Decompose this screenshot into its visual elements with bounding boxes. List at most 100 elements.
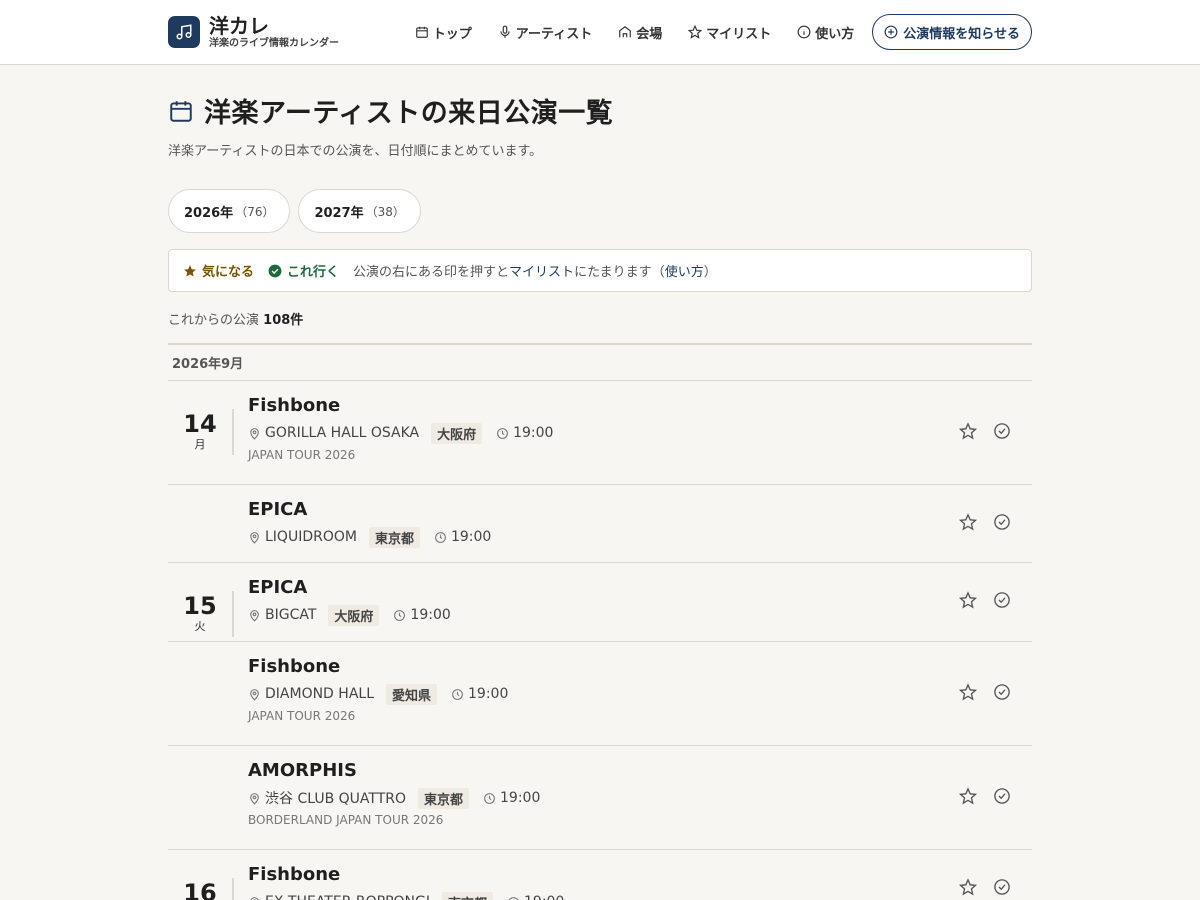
event-tour: BORDERLAND JAPAN TOUR 2026 <box>248 813 444 827</box>
star-outline-icon <box>958 512 978 535</box>
legend-note-text: にたまります（ <box>574 265 665 280</box>
site-header: 洋カレ 洋楽のライブ情報カレンダー トップ アーティスト 会場 マイリスト 使い… <box>0 0 1200 65</box>
going-check-button[interactable] <box>992 513 1012 534</box>
event-row: 15 火 EPICA BIGCAT 大阪府 19:00 <box>168 563 1032 642</box>
interested-star-button[interactable] <box>958 878 978 900</box>
event-prefecture: 東京都 <box>441 891 493 900</box>
event-row: 14 月 Fishbone GORILLA HALL OSAKA 大阪府 19:00 JAP… <box>168 381 1032 485</box>
clock-icon <box>508 896 519 900</box>
going-check-button[interactable] <box>992 683 1012 705</box>
event-time: 19:00 <box>500 790 541 806</box>
mylist-link[interactable]: マイリスト <box>509 265 574 280</box>
submit-info-label: 公演情報を知らせる <box>903 26 1020 42</box>
event-venue[interactable]: EX THEATER ROPPONGI <box>265 894 430 900</box>
going-check-button[interactable] <box>992 592 1012 612</box>
interested-star-button[interactable] <box>958 421 978 444</box>
year-tab-2027[interactable]: 2027年 （38） <box>298 189 421 233</box>
event-venue[interactable]: BIGCAT <box>265 607 316 623</box>
calendar-icon <box>415 26 428 38</box>
legend-going-label: これ行く <box>287 265 340 280</box>
check-circle-icon <box>993 591 1011 613</box>
check-circle-icon <box>993 878 1011 900</box>
event-venue[interactable]: GORILLA HALL OSAKA <box>265 425 419 441</box>
event-time: 19:00 <box>468 686 509 702</box>
clock-icon <box>435 531 446 543</box>
legend-interested: 気になる <box>183 261 254 280</box>
page-title: 洋楽アーティストの来日公演一覧 <box>204 98 614 129</box>
event-time: 19:00 <box>524 894 564 900</box>
star-outline-icon <box>958 878 978 900</box>
submit-info-button[interactable]: 公演情報を知らせる <box>872 14 1032 50</box>
event-date: 14 月 <box>168 409 234 455</box>
legend-going: これ行く <box>268 261 339 280</box>
event-row: 16 Fishbone EX THEATER ROPPONGI 東京都 19:00 <box>168 850 1032 900</box>
interested-star-button[interactable] <box>958 512 978 535</box>
check-circle-icon <box>993 683 1011 705</box>
year-tab-count: （38） <box>365 204 405 219</box>
upcoming-count: これからの公演 108件 <box>168 309 1032 328</box>
interested-star-button[interactable] <box>958 786 978 808</box>
event-artist[interactable]: EPICA <box>248 577 958 599</box>
plus-circle-icon <box>884 25 898 39</box>
event-tour: JAPAN TOUR 2026 <box>248 448 356 462</box>
year-tab-label: 2027年 <box>314 205 364 221</box>
interested-star-button[interactable] <box>958 591 978 613</box>
year-tab-2026[interactable]: 2026年 （76） <box>168 189 291 233</box>
brand[interactable]: 洋カレ 洋楽のライブ情報カレンダー <box>168 14 339 50</box>
nav-item-mylist[interactable]: マイリスト <box>688 23 771 42</box>
main-nav: トップ アーティスト 会場 マイリスト 使い方 公演情報を知らせる <box>389 14 1032 50</box>
nav-item-artists[interactable]: アーティスト <box>498 23 592 42</box>
event-row: Fishbone DIAMOND HALL 愛知県 19:00 JAPAN TOUR 2… <box>168 642 1032 746</box>
star-outline-icon <box>958 421 978 444</box>
nav-label: アーティスト <box>515 26 593 42</box>
nav-item-howto[interactable]: 使い方 <box>797 23 854 42</box>
howto-link[interactable]: 使い方 <box>665 265 704 280</box>
location-pin-icon <box>250 688 259 701</box>
star-outline-icon <box>958 682 978 705</box>
clock-icon <box>452 688 463 700</box>
event-time: 19:00 <box>410 607 451 623</box>
legend-interested-label: 気になる <box>202 265 255 280</box>
check-circle-icon <box>993 422 1011 444</box>
going-check-button[interactable] <box>992 422 1012 444</box>
event-venue[interactable]: DIAMOND HALL <box>265 686 374 702</box>
location-pin-icon <box>250 792 259 805</box>
going-check-button[interactable] <box>992 879 1012 899</box>
event-prefecture: 愛知県 <box>386 683 438 705</box>
event-prefecture: 東京都 <box>418 787 470 809</box>
event-venue[interactable]: 渋谷 CLUB QUATTRO <box>265 788 406 808</box>
music-note-icon <box>168 16 200 48</box>
calendar-icon <box>170 100 192 122</box>
star-outline-icon <box>958 591 978 613</box>
nav-item-top[interactable]: トップ <box>415 23 472 42</box>
month-heading: 2026年9月 <box>168 343 1032 381</box>
going-check-button[interactable] <box>992 787 1012 808</box>
event-list: 14 月 Fishbone GORILLA HALL OSAKA 大阪府 19:00 JAP… <box>168 381 1032 900</box>
event-row: EPICA LIQUIDROOM 東京都 19:00 <box>168 485 1032 563</box>
interested-star-button[interactable] <box>958 682 978 705</box>
nav-label: 会場 <box>636 26 663 42</box>
location-pin-icon <box>250 896 259 900</box>
event-weekday: 火 <box>194 620 206 633</box>
mylist-legend: 気になる これ行く 公演の右にある印を押すとマイリストにたまります（使い方） <box>168 249 1032 292</box>
nav-item-venues[interactable]: 会場 <box>618 23 662 42</box>
microphone-icon <box>500 25 510 38</box>
event-date: 15 火 <box>168 591 234 637</box>
event-weekday: 月 <box>194 438 206 451</box>
event-day: 16 <box>183 879 217 900</box>
event-artist[interactable]: AMORPHIS <box>248 760 958 782</box>
event-artist[interactable]: EPICA <box>248 499 958 521</box>
star-filled-icon <box>184 264 196 277</box>
event-artist[interactable]: Fishbone <box>248 395 958 417</box>
clock-icon <box>484 792 495 804</box>
upcoming-number: 108件 <box>263 313 304 328</box>
event-artist[interactable]: Fishbone <box>248 864 958 886</box>
main-content: 洋楽アーティストの来日公演一覧 洋楽アーティストの日本での公演を、日付順にまとめ… <box>168 91 1032 900</box>
year-tab-label: 2026年 <box>184 205 234 221</box>
event-time: 19:00 <box>450 529 492 545</box>
check-circle-filled-icon <box>268 264 282 277</box>
event-artist[interactable]: Fishbone <box>248 656 958 678</box>
location-pin-icon <box>250 609 259 622</box>
event-venue[interactable]: LIQUIDROOM <box>265 529 357 545</box>
event-date: 16 <box>168 878 234 900</box>
